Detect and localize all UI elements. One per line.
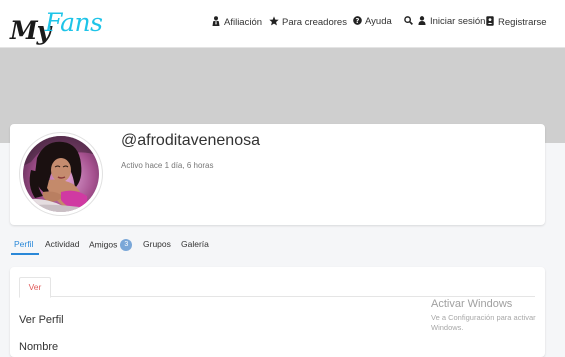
question-circle-icon: ?	[352, 16, 362, 27]
tab-actividad[interactable]: Actividad	[45, 239, 80, 249]
nav-registrarse[interactable]: Registrarse	[485, 16, 547, 28]
nav-registrarse-label: Registrarse	[498, 16, 547, 28]
tab-grupos[interactable]: Grupos	[143, 239, 171, 249]
tab-ver[interactable]: Ver	[19, 277, 51, 298]
person-tie-icon	[211, 16, 221, 28]
nav-ayuda-label: Ayuda	[365, 16, 392, 27]
inner-tab-divider	[19, 296, 535, 297]
tab-galeria[interactable]: Galería	[181, 239, 209, 249]
watermark-line-1: Ve a Configuración para activar	[431, 313, 536, 322]
nav-afiliacion[interactable]: Afiliación	[211, 16, 262, 28]
last-active-text: Activo hace 1 día, 6 horas	[121, 161, 214, 170]
tab-perfil[interactable]: Perfil	[14, 239, 33, 249]
watermark-line-2: Windows.	[431, 323, 464, 332]
nav-afiliacion-label: Afiliación	[224, 16, 263, 28]
nav-ayuda[interactable]: ? Ayuda	[352, 16, 392, 27]
nav-search[interactable]	[403, 16, 413, 27]
avatar-frame	[20, 133, 102, 215]
search-icon	[403, 16, 413, 27]
field-label-nombre: Nombre	[19, 341, 59, 353]
amigos-count-badge: 3	[120, 239, 133, 251]
tab-amigos-label: Amigos	[89, 239, 118, 250]
svg-text:?: ?	[355, 17, 359, 25]
windows-activation-watermark: Activar Windows Ve a Configuración para …	[431, 298, 536, 333]
id-card-icon	[485, 16, 495, 28]
nav-iniciar-sesion-label: Iniciar sesión	[430, 16, 486, 27]
top-nav: Afiliación Para creadores ? Ayuda Inicia…	[0, 16, 565, 32]
active-tab-indicator	[11, 253, 39, 255]
nav-para-creadores-label: Para creadores	[282, 16, 347, 28]
section-title: Ver Perfil	[19, 314, 64, 326]
site-header: My Fans Afiliación Para creadores ? Ayud…	[0, 0, 565, 48]
avatar[interactable]	[23, 136, 99, 212]
user-icon	[417, 16, 427, 27]
nav-para-creadores[interactable]: Para creadores	[269, 16, 347, 28]
watermark-title: Activar Windows	[431, 298, 513, 310]
nav-iniciar-sesion[interactable]: Iniciar sesión	[417, 16, 485, 27]
profile-username: @afroditavenenosa	[121, 132, 260, 149]
tab-amigos[interactable]: Amigos 3	[89, 239, 133, 251]
profile-header-card: @afroditavenenosa Activo hace 1 día, 6 h…	[10, 124, 545, 225]
star-icon	[269, 16, 279, 28]
